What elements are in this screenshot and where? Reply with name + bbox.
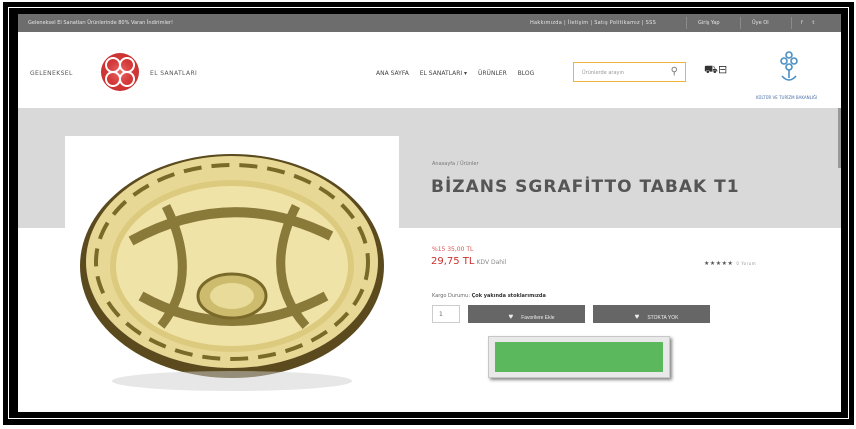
- product-image-card[interactable]: [65, 136, 399, 412]
- bag-icon[interactable]: ⊟: [718, 63, 727, 76]
- page: Geleneksel El Sanatları Ürünlerinde 80% …: [18, 14, 841, 412]
- scrollbar[interactable]: [838, 108, 841, 168]
- search-icon[interactable]: ⚲: [671, 66, 678, 77]
- social-links[interactable]: f t: [801, 20, 818, 26]
- site-logo[interactable]: [101, 53, 139, 91]
- announcement-text: Geleneksel El Sanatları Ürünlerinde 80% …: [28, 20, 173, 26]
- price-value: 29,75 TL: [431, 256, 475, 267]
- divider: [791, 17, 792, 29]
- nav-home[interactable]: ANA SAYFA: [376, 70, 409, 77]
- nav-blog[interactable]: BLOG: [518, 70, 535, 77]
- product-title: BİZANS SGRAFİTTO TABAK T1: [431, 177, 740, 197]
- nav-crafts[interactable]: EL SANATLARI ▾: [420, 70, 467, 77]
- search-input[interactable]: Ürünlerde arayın ⚲: [573, 62, 686, 82]
- add-to-favorites-button[interactable]: ♥ Favorilere Ekle: [468, 305, 585, 323]
- stock-label: STOKTA YOK: [647, 315, 679, 321]
- quantity-value: 1: [439, 311, 443, 318]
- heart-icon: ♥: [508, 312, 514, 321]
- main-nav: ANA SAYFA EL SANATLARI ▾ ÜRÜNLER BLOG: [376, 70, 543, 77]
- ministry-label: KÜLTÜR VE TURİZM BAKANLIĞI: [756, 95, 818, 100]
- brand-name-left: GELENEKSEL: [30, 70, 73, 77]
- out-of-stock-button[interactable]: ♥ STOKTA YOK: [593, 305, 710, 323]
- delivery-label: Kargo Durumu:: [432, 293, 471, 299]
- search-placeholder: Ürünlerde arayın: [582, 70, 625, 76]
- delivery-info: Kargo Durumu: Çok yakında stoklarımızda: [432, 293, 546, 299]
- brand-name-right: EL SANATLARI: [150, 70, 198, 77]
- review-count: 0 Yorum: [736, 261, 757, 266]
- old-price: %15 35,00 TL: [432, 246, 474, 253]
- green-button[interactable]: [495, 342, 663, 372]
- logo-petal: [119, 71, 135, 87]
- rating[interactable]: ★★★★★ 0 Yorum: [704, 260, 756, 267]
- nav-products[interactable]: ÜRÜNLER: [478, 70, 507, 77]
- breadcrumb[interactable]: Anasayfa / Ürünler: [432, 161, 479, 167]
- divider: [740, 17, 741, 29]
- divider: [686, 17, 687, 29]
- vat-label: KDV Dahil: [476, 259, 507, 266]
- site-header: GELENEKSEL EL SANATLARI ANA SAYFA EL SAN…: [18, 32, 841, 108]
- delivery-value: Çok yakında stoklarımızda: [471, 293, 546, 299]
- login-link[interactable]: Giriş Yap: [698, 20, 720, 26]
- quantity-input[interactable]: 1: [432, 305, 460, 323]
- heart-icon: ♥: [634, 312, 640, 321]
- product-hero: Anasayfa / Ürünler BİZANS SGRAFİTTO TABA…: [18, 108, 841, 412]
- info-links[interactable]: Hakkımızda | İletişim | Satış Politikamı…: [530, 20, 656, 26]
- favorites-label: Favorilere Ekle: [521, 315, 555, 321]
- register-link[interactable]: Üye Ol: [752, 20, 769, 26]
- cart-icon[interactable]: ⛟: [704, 63, 718, 78]
- top-utility-bar: Geleneksel El Sanatları Ürünlerinde 80% …: [18, 14, 841, 32]
- green-highlight-box[interactable]: [488, 336, 670, 378]
- price: 29,75 TL KDV Dahil: [431, 256, 506, 267]
- ministry-logo: [780, 51, 798, 81]
- product-image-plate: [80, 154, 384, 391]
- rating-stars: ★★★★★: [704, 260, 734, 267]
